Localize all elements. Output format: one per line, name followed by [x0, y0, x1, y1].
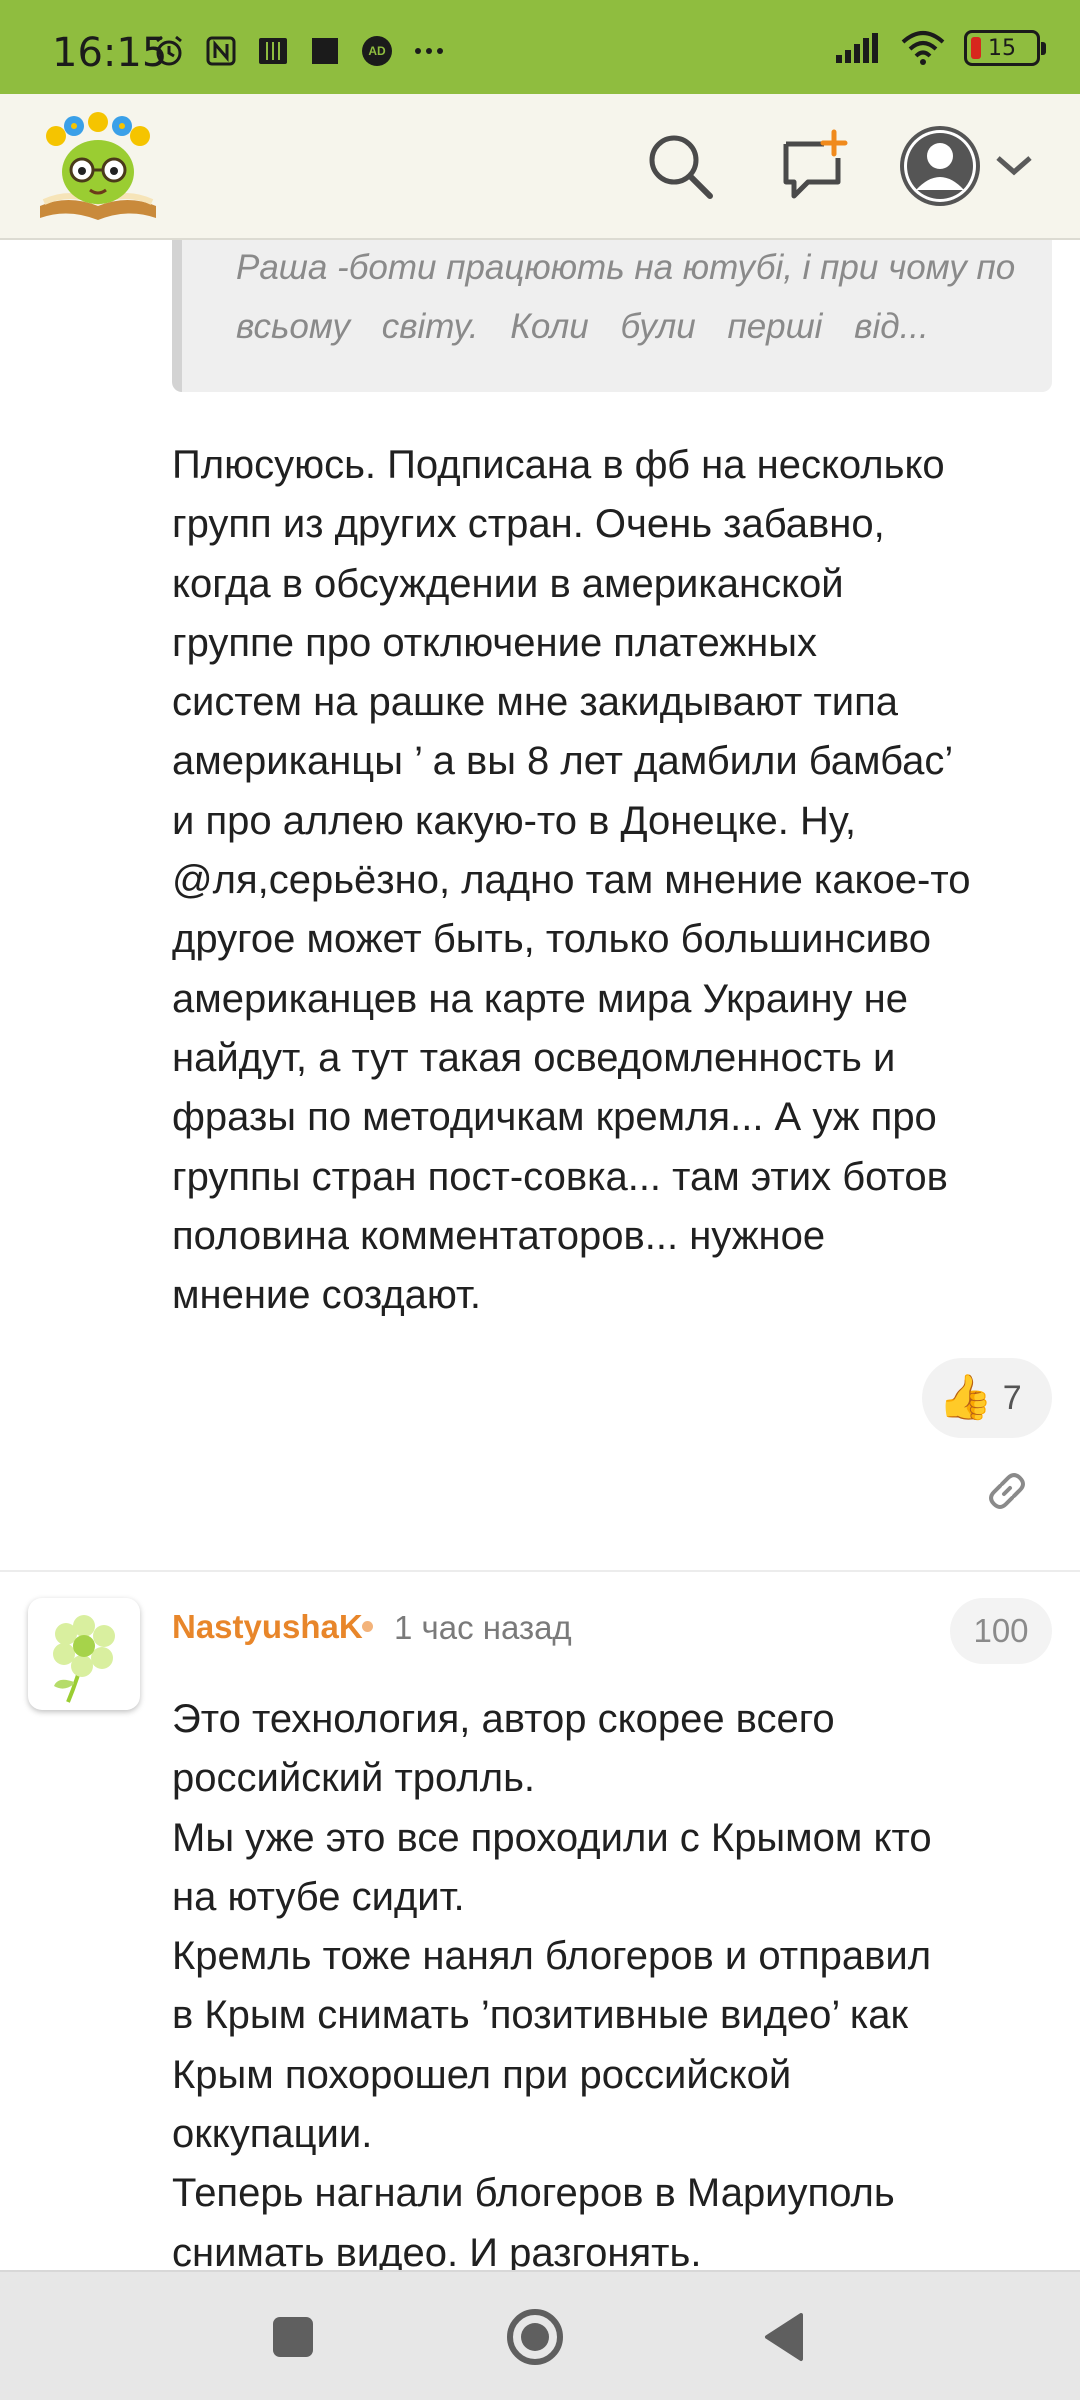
link-icon: [989, 1473, 1025, 1509]
system-nav-bar: [0, 2270, 1080, 2400]
site-logo[interactable]: [34, 110, 162, 226]
more-icon: [415, 48, 443, 54]
comment-line: групп из других стран. Очень забавно,: [172, 502, 885, 547]
comment-line: систем на рашке мне закидывают типа: [172, 680, 899, 725]
comment-body: Плюсуюсь. Подписана в фб на несколько гр…: [172, 436, 1052, 1325]
signal-icon: [836, 33, 878, 63]
comment-line: российский тролль.: [172, 1756, 536, 1801]
like-count: 7: [1002, 1378, 1022, 1417]
profile-button[interactable]: [898, 120, 1038, 212]
app-icon: [259, 38, 287, 64]
wifi-icon: [901, 31, 945, 65]
comment-line: Это технология, автор скорее всего: [172, 1697, 835, 1741]
chevron-down-icon: [996, 156, 1032, 176]
nfc-icon: [206, 36, 236, 66]
status-bar: 16:15 AD 15: [0, 0, 1080, 94]
comment-line: Мы уже это все проходили с Крымом кто: [172, 1815, 932, 1860]
app-icon: [312, 38, 338, 64]
home-button[interactable]: [500, 2302, 570, 2372]
adblock-icon: AD: [362, 36, 392, 66]
copy-link-button[interactable]: [982, 1466, 1032, 1516]
comment-divider: [0, 1570, 1080, 1572]
comment-line: оккупации.: [172, 2112, 373, 2157]
thumbs-up-icon: 👍: [938, 1373, 993, 1422]
separator-dot: [362, 1621, 373, 1632]
comment-line: мнение создают.: [172, 1273, 482, 1318]
comment-time: 1 час назад: [394, 1609, 572, 1646]
comment-body: Это технология, автор скорее всего росси…: [172, 1690, 1052, 2283]
comment-line: @ля,серьёзно, ладно там мнение какое-то: [172, 858, 971, 903]
comment-line: Теперь нагнали блогеров в Мариуполь: [172, 2171, 895, 2216]
status-time: 16:15: [52, 30, 168, 76]
comment-line: группы стран пост-совка... там этих бото…: [172, 1154, 948, 1199]
comment-line: Кремль тоже нанял блогеров и отправил: [172, 1934, 932, 1979]
status-icons-left: AD: [152, 34, 446, 68]
new-post-button[interactable]: [772, 126, 852, 206]
comment-line: Плюсуюсь. Подписана в фб на несколько: [172, 443, 945, 487]
comment-line: Крым похорошел при российской: [172, 2052, 792, 2097]
comment-line: в Крым снимать ’позитивные видео’ как: [172, 1993, 909, 2038]
comment-author[interactable]: NastyushaK: [172, 1608, 363, 1646]
battery-level: 15: [988, 35, 1016, 61]
adblock-label: AD: [368, 44, 386, 58]
comment-line: на ютубе сидит.: [172, 1874, 465, 1919]
comment-line: найдут, а тут такая осведомленность и: [172, 1035, 896, 1080]
flower-avatar-icon: [53, 1615, 115, 1703]
comment-line: группе про отключение платежных: [172, 620, 817, 665]
quoted-comment[interactable]: Раша -боти працюють на ютубі, і при чому…: [172, 240, 1052, 392]
app-header: [0, 94, 1080, 240]
recent-apps-icon: [273, 2317, 313, 2357]
comment-line: половина комментаторов... нужное: [172, 1213, 826, 1258]
back-button[interactable]: [748, 2302, 818, 2372]
search-button[interactable]: [640, 126, 720, 206]
battery-fill: [971, 37, 981, 59]
new-post-icon: [783, 129, 848, 199]
like-button[interactable]: 👍 7: [922, 1358, 1052, 1438]
comment-line: американцы ’ а вы 8 лет дамбили бамбас’: [172, 739, 954, 784]
status-icons-right: 15: [834, 30, 1046, 66]
avatar[interactable]: [28, 1598, 140, 1710]
comment-line: фразы по методичкам кремля... А уж про: [172, 1095, 937, 1140]
battery-icon: 15: [964, 30, 1046, 66]
quote-line: Раша -боти працюють на ютубі, і при чому…: [236, 248, 1016, 287]
comment-line: другое может быть, только большинсиво: [172, 917, 932, 962]
comment-line: американцев на карте мира Украину не: [172, 976, 908, 1021]
back-icon: [765, 2313, 803, 2361]
home-icon: [507, 2309, 563, 2365]
comment-line: когда в обсуждении в американской: [172, 561, 844, 606]
search-icon: [649, 135, 713, 199]
quote-line: всьому світу. Коли були перші від...: [236, 307, 929, 346]
comment-rating[interactable]: 100: [950, 1598, 1052, 1664]
alarm-icon: [156, 35, 182, 66]
recent-apps-button[interactable]: [258, 2302, 328, 2372]
comment-line: и про аллею какую-то в Донецке. Ну,: [172, 798, 856, 843]
